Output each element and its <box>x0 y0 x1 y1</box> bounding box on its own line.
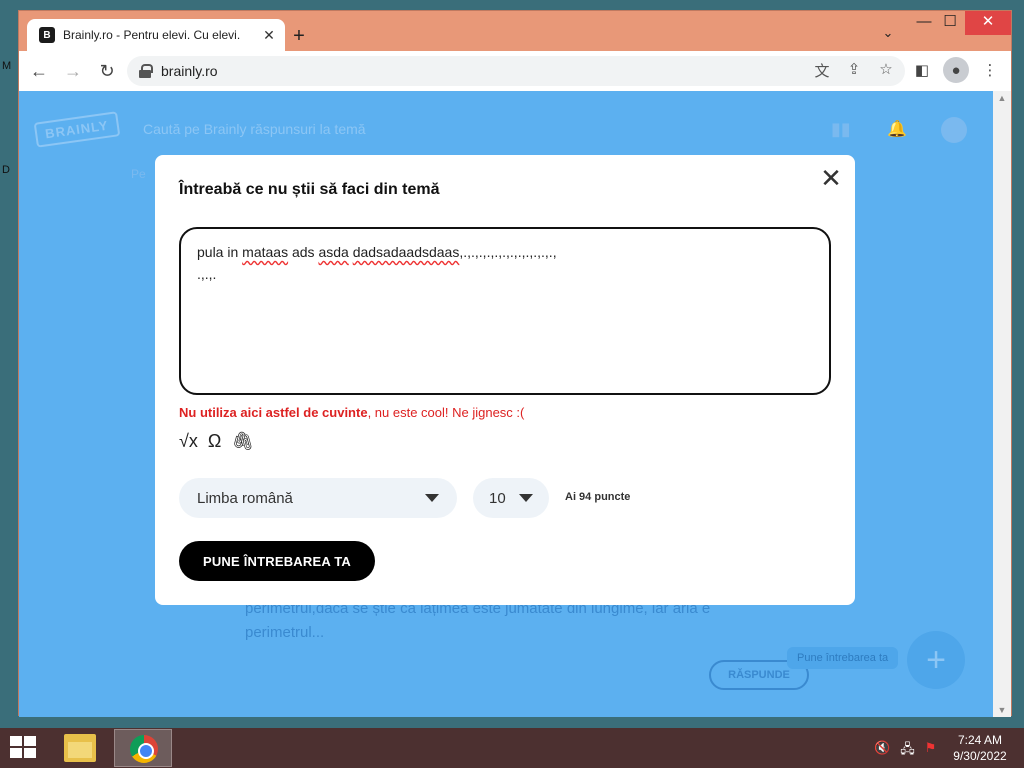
bookmark-star-icon[interactable]: ☆ <box>875 60 897 81</box>
side-panel-icon[interactable]: ◧ <box>909 57 935 83</box>
scroll-down-icon[interactable]: ▼ <box>993 705 1011 715</box>
question-textarea[interactable]: pula in mataas ads asda dadsadaadsdaas,.… <box>179 227 831 395</box>
text-segment: pula in <box>197 244 243 260</box>
modal-close-icon[interactable]: ✕ <box>819 165 843 191</box>
math-formula-icon[interactable]: √x <box>179 431 198 452</box>
network-icon[interactable]: 🖧 <box>900 740 915 762</box>
misspelled-word: mataas <box>242 244 289 260</box>
bg-side-text: Pe <box>131 167 146 181</box>
back-button[interactable]: ← <box>25 57 53 85</box>
translate-icon[interactable]: 文 <box>811 60 833 81</box>
reload-button[interactable]: ↻ <box>93 57 121 85</box>
clock-date: 9/30/2022 <box>953 749 1007 763</box>
tab-search-chevron-icon[interactable]: ⌄ <box>877 25 899 47</box>
submit-question-button[interactable]: PUNE ÎNTREBAREA TA <box>179 541 375 581</box>
clock-time: 7:24 AM <box>957 733 1003 747</box>
profile-button[interactable]: ● <box>943 57 969 83</box>
tab-close-icon[interactable]: ✕ <box>261 27 277 44</box>
new-tab-button[interactable]: + <box>287 25 311 49</box>
profile-avatar-icon: ● <box>943 57 969 83</box>
taskbar-clock[interactable]: 7:24 AM 9/30/2022 <box>948 732 1012 764</box>
profanity-error-message: Nu utiliza aici astfel de cuvinte, nu es… <box>179 405 524 420</box>
desktop-glyph: D <box>2 164 10 176</box>
page-viewport: BRAINLY Caută pe Brainly răspunsuri la t… <box>19 91 995 717</box>
address-bar[interactable]: brainly.ro 文 ⇪ ☆ <box>127 56 905 86</box>
scroll-up-icon[interactable]: ▲ <box>993 93 1011 103</box>
special-chars-omega-icon[interactable]: Ω <box>208 431 221 452</box>
error-rest: , nu este cool! Ne jignesc :( <box>367 405 525 420</box>
brainly-favicon-icon: B <box>39 27 55 43</box>
start-windows-icon[interactable] <box>10 736 38 760</box>
subject-select-value: Limba română <box>197 489 293 507</box>
points-select[interactable]: 10 <box>473 478 549 518</box>
share-icon[interactable]: ⇪ <box>843 60 865 81</box>
question-text-line: .,.,. <box>197 266 217 282</box>
user-avatar <box>941 117 967 143</box>
volume-muted-icon[interactable]: 🔇 <box>874 740 890 762</box>
bg-search-placeholder: Caută pe Brainly răspunsuri la temă <box>143 121 366 137</box>
ask-question-tooltip: Pune întrebarea ta <box>787 647 899 669</box>
chrome-taskbar-button[interactable] <box>114 729 172 767</box>
lock-icon[interactable] <box>139 64 153 78</box>
modal-title: Întreabă ce nu știi să faci din temă <box>179 181 440 198</box>
text-segment: ads <box>288 244 319 260</box>
subject-select[interactable]: Limba română <box>179 478 457 518</box>
error-bold: Nu utiliza aici astfel de cuvinte <box>179 405 368 420</box>
points-select-value: 10 <box>489 489 506 507</box>
chevron-down-icon <box>425 494 439 502</box>
chrome-icon <box>130 735 158 763</box>
browser-toolbar: ← → ↻ brainly.ro 文 ⇪ ☆ ◧ ● ⋮ <box>19 51 1011 91</box>
chevron-down-icon <box>519 494 533 502</box>
forward-button[interactable]: → <box>59 57 87 85</box>
window-close-button[interactable]: ✕ <box>965 11 1011 35</box>
browser-menu-icon[interactable]: ⋮ <box>977 57 1003 83</box>
question-text-line: pula in mataas ads asda dadsadaadsdaas,.… <box>197 241 813 263</box>
windows-taskbar: 🔇 🖧 ⚑ 7:24 AM 9/30/2022 <box>0 728 1024 768</box>
browser-window: B Brainly.ro - Pentru elevi. Cu elevi. ✕… <box>18 10 1012 717</box>
system-tray: 🔇 🖧 ⚑ <box>874 740 936 762</box>
stats-icon: ▮▮ <box>831 119 851 139</box>
maximize-button[interactable]: ☐ <box>933 11 967 35</box>
misspelled-word: asda <box>318 244 349 260</box>
action-center-flag-icon[interactable]: ⚑ <box>925 740 937 762</box>
editor-tools: √x Ω 🖇 <box>179 431 254 452</box>
bg-question-line: perimetrul... <box>245 624 325 641</box>
text-segment: ,.,.,.,.,.,.,.,.,.,.,.,., <box>459 244 557 260</box>
misspelled-word: dadsadaadsdaas <box>352 244 460 260</box>
page-scrollbar[interactable]: ▲ ▼ <box>993 91 1011 717</box>
desktop-glyph: M <box>2 60 12 72</box>
tab-title: Brainly.ro - Pentru elevi. Cu elevi. <box>63 28 241 42</box>
url-text[interactable]: brainly.ro <box>161 63 218 79</box>
points-balance: Ai 94 puncte <box>565 491 631 503</box>
attachment-paperclip-icon[interactable]: 🖇 <box>231 431 254 452</box>
brainly-logo: BRAINLY <box>33 111 120 148</box>
browser-tab[interactable]: B Brainly.ro - Pentru elevi. Cu elevi. ✕ <box>27 19 285 51</box>
ask-question-modal: Întreabă ce nu știi să faci din temă ✕ p… <box>155 155 855 605</box>
bell-icon: 🔔 <box>887 121 907 138</box>
title-bar: B Brainly.ro - Pentru elevi. Cu elevi. ✕… <box>19 11 1011 51</box>
add-question-fab: + <box>907 631 965 689</box>
file-explorer-icon[interactable] <box>64 734 96 762</box>
